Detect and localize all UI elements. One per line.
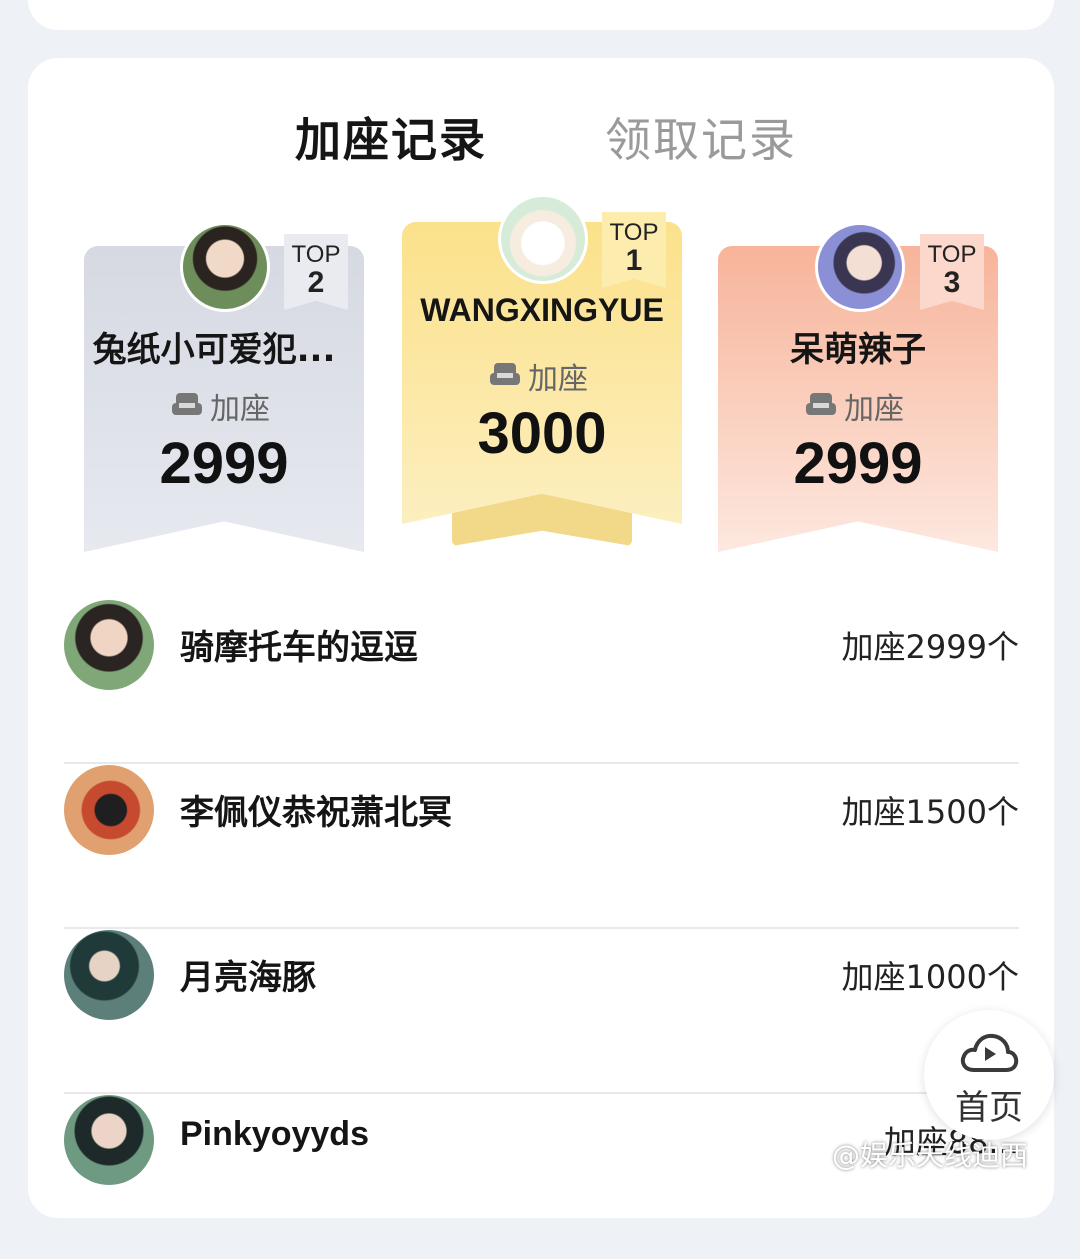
rank-badge-number: 1 [625,244,643,277]
rank-badge-number: 2 [307,266,325,299]
list-item-name: Pinkyoyyds [180,1115,369,1153]
podium-third-name[interactable]: 呆萌辣子 [718,322,998,371]
podium-third-value: 2999 [793,431,923,496]
podium-first-avatar[interactable] [498,194,588,284]
tab-claim-records[interactable]: 领取记录 [605,104,797,170]
list-item[interactable]: Pinkyoyyds 加座88... [64,1095,1019,1259]
sofa-icon [172,393,202,419]
list-item-name: 月亮海豚 [180,958,316,998]
podium-first-seat-label: 加座 [490,354,588,398]
tab-seat-records[interactable]: 加座记录 [295,104,487,170]
list-item[interactable]: 月亮海豚 加座1000个 [64,930,1019,1094]
list-item-name: 李佩仪恭祝萧北冥 [180,793,452,833]
previous-card [28,0,1054,30]
seat-label-text: 加座 [844,392,904,427]
list-item[interactable]: 李佩仪恭祝萧北冥 加座1500个 [64,765,1019,929]
list-item-name: 骑摩托车的逗逗 [180,628,418,668]
sofa-icon [806,393,836,419]
list-item-value: 加座2999个 [841,628,1019,666]
seat-label-text: 加座 [210,392,270,427]
rank-badge-1: TOP 1 [602,212,666,288]
divider [64,762,1019,764]
cloud-play-icon [960,1033,1019,1072]
podium-third-avatar[interactable] [815,222,905,312]
podium-second-seat-label: 加座 [172,384,270,428]
rank-badge-2: TOP 2 [284,234,348,310]
podium-second-avatar[interactable] [180,222,270,312]
avatar[interactable] [64,930,154,1020]
avatar[interactable] [64,600,154,690]
rank-badge-label: TOP [927,241,977,268]
podium-third-seat-label: 加座 [806,384,904,428]
sofa-icon [490,363,520,389]
rank-badge-3: TOP 3 [920,234,984,310]
rank-badge-number: 3 [943,266,961,299]
divider [64,927,1019,929]
podium-second-name[interactable]: 兔纸小可爱犯... [84,322,344,371]
rank-badge-label: TOP [291,241,341,268]
podium-first-value: 3000 [477,401,607,466]
list-item[interactable]: 骑摩托车的逗逗 加座2999个 [64,600,1019,764]
home-button-label: 首页 [955,1088,1023,1128]
rank-badge-label: TOP [609,219,659,246]
list-item-value: 加座1000个 [841,958,1019,996]
avatar[interactable] [64,765,154,855]
list-item-value: 加座1500个 [841,793,1019,831]
seat-label-text: 加座 [528,362,588,397]
home-button[interactable]: 首页 [924,1010,1054,1140]
podium-second-value: 2999 [159,431,289,496]
divider [64,1092,1019,1094]
podium-first-name[interactable]: WANGXINGYUE [402,292,682,329]
avatar[interactable] [64,1095,154,1185]
watermark: @娱乐天线迪西 [832,1139,1029,1172]
